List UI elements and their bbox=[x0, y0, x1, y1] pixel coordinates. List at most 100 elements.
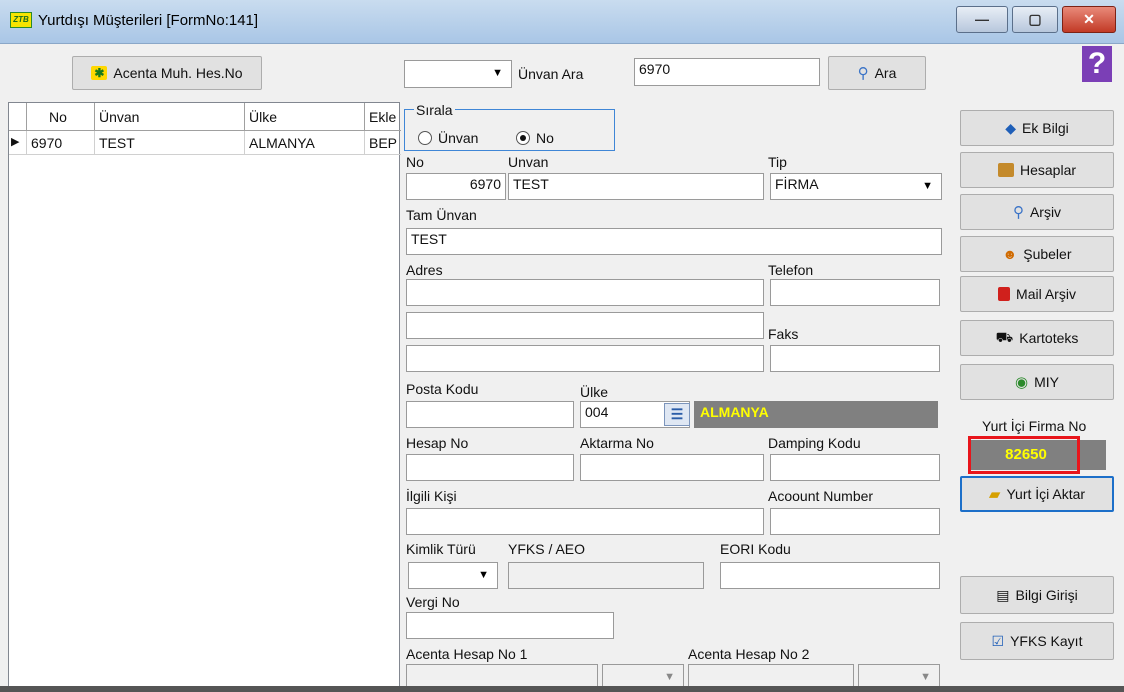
close-button[interactable]: ✕ bbox=[1062, 6, 1116, 33]
kimlik-turu-label: Kimlik Türü bbox=[406, 541, 476, 557]
account-number-label: Acoount Number bbox=[768, 488, 874, 504]
radio-unvan-label: Ünvan bbox=[438, 130, 479, 146]
miy-button[interactable]: ◉ MIY bbox=[960, 364, 1114, 400]
magnifier-icon: ⚲ bbox=[1012, 204, 1024, 221]
hesaplar-button[interactable]: Hesaplar bbox=[960, 152, 1114, 188]
hesaplar-label: Hesaplar bbox=[1019, 162, 1077, 178]
acenta-muh-hes-button[interactable]: ✱ Acenta Muh. Hes.No bbox=[72, 56, 262, 90]
ek-bilgi-button[interactable]: ◆ Ek Bilgi bbox=[960, 110, 1114, 146]
eori-kodu-field[interactable] bbox=[720, 562, 940, 589]
hesap-no-label: Hesap No bbox=[406, 435, 469, 451]
radio-no[interactable]: No bbox=[516, 130, 554, 146]
tam-unvan-label: Tam Ünvan bbox=[406, 207, 477, 223]
globe-icon: ◉ bbox=[1015, 374, 1029, 391]
kimlik-turu-select[interactable]: ▼ bbox=[408, 562, 498, 589]
app-logo-icon: ZTB bbox=[10, 12, 32, 28]
mailbox-icon bbox=[998, 287, 1011, 301]
search-input[interactable]: 6970 bbox=[634, 58, 820, 86]
hesap-no-field[interactable] bbox=[406, 454, 574, 481]
kartoteks-button[interactable]: ⛟ Kartoteks bbox=[960, 320, 1114, 356]
title-bar: ZTB Yurtdışı Müşterileri [FormNo:141] — … bbox=[0, 0, 1124, 44]
eori-kodu-label: EORI Kodu bbox=[720, 541, 791, 557]
customer-grid: No Ünvan Ülke Ekle ▶ 6970 TEST ALMANYA B… bbox=[8, 102, 401, 692]
miy-label: MIY bbox=[1034, 374, 1059, 390]
minimize-button[interactable]: — bbox=[956, 6, 1008, 33]
faks-field[interactable] bbox=[770, 345, 940, 372]
row-pointer-icon: ▶ bbox=[9, 131, 27, 155]
aktarma-no-label: Aktarma No bbox=[580, 435, 654, 451]
running-man-icon: ✱ bbox=[91, 66, 108, 80]
tip-label: Tip bbox=[768, 154, 787, 170]
diamond-icon: ◆ bbox=[1005, 119, 1017, 136]
radio-unvan-circle[interactable] bbox=[418, 131, 432, 145]
adres-field-3[interactable] bbox=[406, 345, 764, 372]
cell-unvan[interactable]: TEST bbox=[95, 131, 245, 155]
cell-ekle[interactable]: BEP bbox=[365, 131, 401, 155]
tip-select[interactable]: FİRMA ▼ bbox=[770, 173, 942, 200]
chevron-down-icon: ▼ bbox=[922, 180, 933, 192]
unvan-label: Unvan bbox=[508, 154, 549, 170]
ulke-lookup-icon[interactable]: ☰ bbox=[664, 403, 690, 426]
card-file-icon: ⛟ bbox=[995, 328, 1014, 345]
side-panel: ◆ Ek Bilgi Hesaplar ⚲ Arşiv ☻ Şubeler Ma… bbox=[956, 102, 1124, 692]
telefon-label: Telefon bbox=[768, 262, 814, 278]
vergi-no-label: Vergi No bbox=[406, 594, 460, 610]
yfks-aeo-label: YFKS / AEO bbox=[508, 541, 586, 557]
ulke-label: Ülke bbox=[580, 384, 609, 400]
chevron-down-icon: ▼ bbox=[492, 67, 503, 79]
cell-no[interactable]: 6970 bbox=[27, 131, 95, 155]
yurt-ici-aktar-button[interactable]: ▰ Yurt İçi Aktar bbox=[960, 476, 1114, 512]
mail-arsiv-button[interactable]: Mail Arşiv bbox=[960, 276, 1114, 312]
bilgi-girisi-button[interactable]: ▤ Bilgi Girişi bbox=[960, 576, 1114, 614]
mail-arsiv-label: Mail Arşiv bbox=[1016, 286, 1076, 302]
radio-no-label: No bbox=[536, 130, 554, 146]
acenta-hesap-no-2-label: Acenta Hesap No 2 bbox=[688, 646, 810, 662]
cell-ulke[interactable]: ALMANYA bbox=[245, 131, 365, 155]
unvan-field[interactable]: TEST bbox=[508, 173, 764, 200]
faks-label: Faks bbox=[768, 326, 799, 342]
subeler-button[interactable]: ☻ Şubeler bbox=[960, 236, 1114, 272]
grid-header-no[interactable]: No bbox=[27, 103, 95, 131]
tip-value: FİRMA bbox=[775, 176, 819, 192]
checklist-icon: ☑ bbox=[991, 632, 1005, 649]
arsiv-button[interactable]: ⚲ Arşiv bbox=[960, 194, 1114, 230]
ilgili-kisi-field[interactable] bbox=[406, 508, 764, 535]
yfks-kayit-button[interactable]: ☑ YFKS Kayıt bbox=[960, 622, 1114, 660]
no-label: No bbox=[406, 154, 424, 170]
grid-header-ekle[interactable]: Ekle bbox=[365, 103, 401, 131]
taskbar-edge bbox=[0, 686, 1124, 692]
account-number-field[interactable] bbox=[770, 508, 940, 535]
tam-unvan-field[interactable]: TEST bbox=[406, 228, 942, 255]
adres-label: Adres bbox=[406, 262, 443, 278]
yfks-aeo-field bbox=[508, 562, 704, 589]
radio-no-circle[interactable] bbox=[516, 131, 530, 145]
yurt-ici-aktar-label: Yurt İçi Aktar bbox=[1006, 486, 1086, 502]
window-title: Yurtdışı Müşterileri [FormNo:141] bbox=[38, 12, 259, 29]
ara-button[interactable]: ⚲ Ara bbox=[828, 56, 926, 90]
bilgi-girisi-label: Bilgi Girişi bbox=[1015, 587, 1078, 603]
ek-bilgi-label: Ek Bilgi bbox=[1022, 120, 1069, 136]
vergi-no-field[interactable] bbox=[406, 612, 614, 639]
chevron-down-icon: ▼ bbox=[478, 569, 489, 581]
search-label: Ünvan Ara bbox=[518, 66, 584, 82]
radio-unvan[interactable]: Ünvan bbox=[418, 130, 478, 146]
grid-header-unvan[interactable]: Ünvan bbox=[95, 103, 245, 131]
damping-kodu-label: Damping Kodu bbox=[768, 435, 861, 451]
yurt-ici-firma-value: 82650 bbox=[1005, 446, 1047, 463]
maximize-button[interactable]: ▢ bbox=[1012, 6, 1058, 33]
ilgili-kisi-label: İlgili Kişi bbox=[406, 488, 457, 504]
adres-field-1[interactable] bbox=[406, 279, 764, 306]
grid-indicator-header bbox=[9, 103, 27, 131]
no-field[interactable]: 6970 bbox=[406, 173, 506, 200]
grid-header-ulke[interactable]: Ülke bbox=[245, 103, 365, 131]
telefon-field[interactable] bbox=[770, 279, 940, 306]
posta-kodu-field[interactable] bbox=[406, 401, 574, 428]
acenta-hesap-no-1-label: Acenta Hesap No 1 bbox=[406, 646, 528, 662]
damping-kodu-field[interactable] bbox=[770, 454, 940, 481]
adres-field-2[interactable] bbox=[406, 312, 764, 339]
yurt-ici-firma-label: Yurt İçi Firma No bbox=[982, 418, 1087, 434]
ara-button-label: Ara bbox=[874, 65, 897, 81]
search-field-select[interactable]: ▼ bbox=[404, 60, 512, 88]
help-icon[interactable]: ? bbox=[1082, 46, 1112, 82]
aktarma-no-field[interactable] bbox=[580, 454, 764, 481]
